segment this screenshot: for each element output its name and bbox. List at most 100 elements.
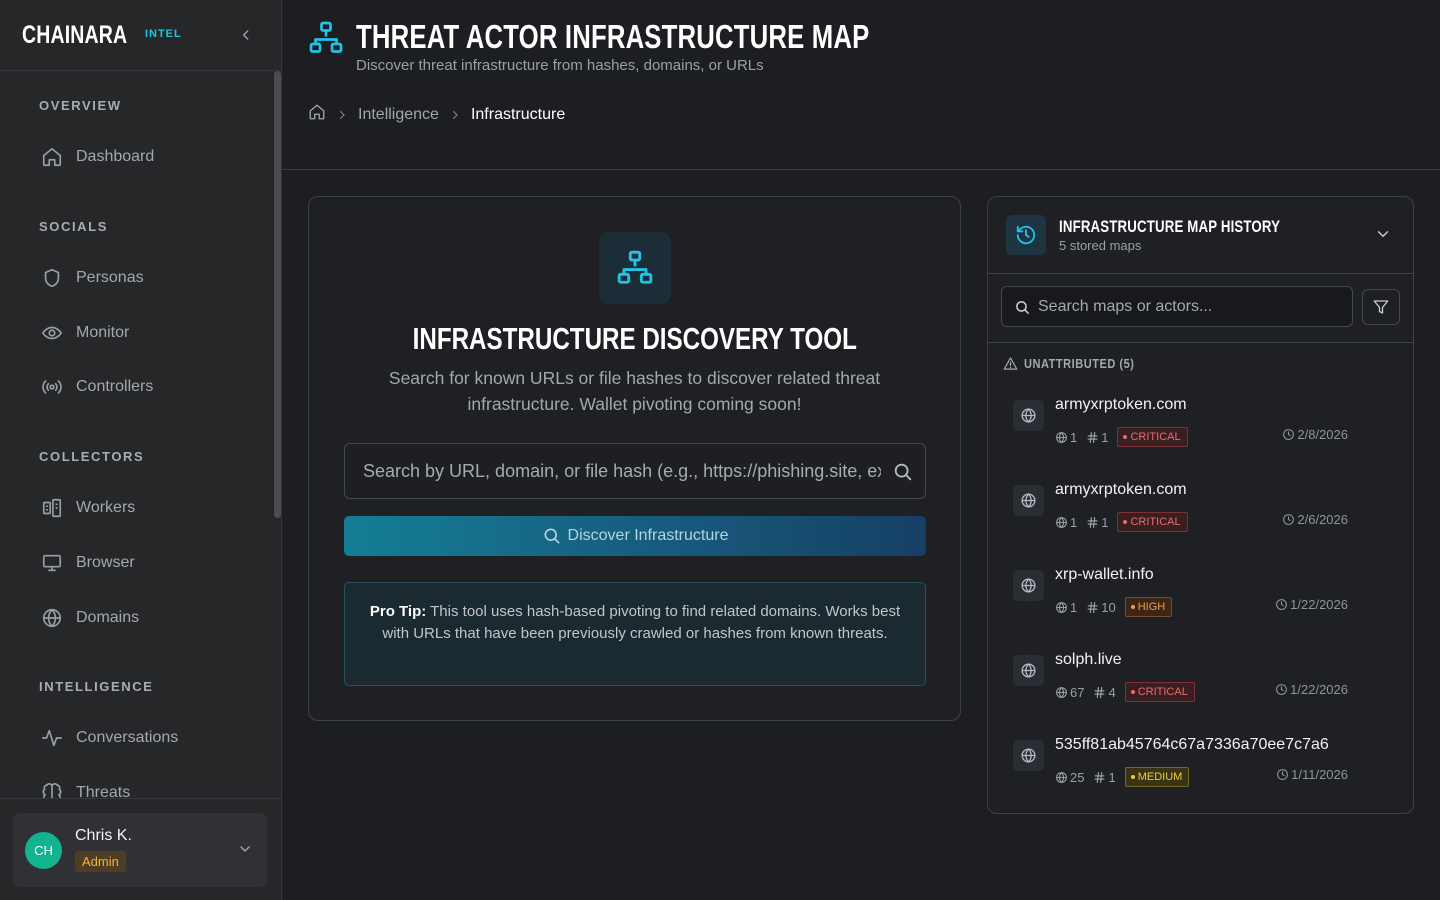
severity-dot xyxy=(1130,690,1135,694)
entry-hash-count: 4 xyxy=(1093,685,1116,700)
sidebar-item-label: Conversations xyxy=(76,729,179,746)
history-entry[interactable]: solph.live 67 4 CRITICAL 1/22/2026 xyxy=(988,651,1413,731)
history-entry[interactable]: armyxrptoken.com 1 1 CRITICAL 2/6/2026 xyxy=(988,481,1413,561)
entry-domain-count: 25 xyxy=(1055,770,1084,785)
sidebar-item-browser[interactable]: Browser xyxy=(40,551,135,575)
globe-icon xyxy=(1055,431,1070,444)
severity-label: CRITICAL xyxy=(1137,686,1188,698)
clock-icon xyxy=(1282,513,1297,526)
sidebar-item-threats[interactable]: Threats xyxy=(40,781,130,798)
entry-domain-count: 1 xyxy=(1055,515,1077,530)
entry-meta: 1 1 CRITICAL xyxy=(1055,512,1188,532)
domain-count: 1 xyxy=(1070,599,1078,615)
tool-icon-box xyxy=(599,232,671,304)
discover-infrastructure-button[interactable]: Discover Infrastructure xyxy=(344,516,926,556)
home-icon xyxy=(309,104,325,120)
map-history-header[interactable]: INFRASTRUCTURE MAP HISTORY 5 stored maps xyxy=(988,197,1413,274)
group-label-text: UNATTRIBUTED (5) xyxy=(1024,356,1135,371)
hash-icon xyxy=(1093,771,1108,784)
user-name: Chris K. xyxy=(75,827,132,844)
domain-count: 1 xyxy=(1070,514,1078,530)
sidebar-scrollbar[interactable] xyxy=(273,71,281,518)
map-history-count: 5 stored maps xyxy=(1059,238,1142,253)
discovery-search-input[interactable] xyxy=(345,444,925,498)
severity-badge: MEDIUM xyxy=(1124,767,1190,787)
severity-badge: CRITICAL xyxy=(1124,682,1195,702)
severity-dot xyxy=(1130,775,1135,779)
breadcrumb-home[interactable] xyxy=(308,103,326,126)
entry-name: armyxrptoken.com xyxy=(1055,396,1187,413)
chevron-right-icon xyxy=(449,109,461,121)
hash-count: 1 xyxy=(1101,514,1109,530)
severity-badge: CRITICAL xyxy=(1117,427,1188,447)
history-entry[interactable]: xrp-wallet.info 1 10 HIGH 1/22/2026 xyxy=(988,566,1413,646)
entry-domain-count: 67 xyxy=(1055,685,1084,700)
hash-icon xyxy=(1093,686,1108,699)
entry-hash-count: 1 xyxy=(1086,430,1108,445)
brand: CHAINARA INTEL xyxy=(0,0,281,71)
sidebar-item-label: Monitor xyxy=(76,324,130,341)
sidebar-item-personas[interactable]: Personas xyxy=(40,266,144,290)
role-badge: Admin xyxy=(75,851,126,872)
globe-icon xyxy=(1013,655,1044,686)
history-search xyxy=(1001,286,1353,327)
home-icon xyxy=(40,145,64,169)
sidebar-item-label: Workers xyxy=(76,499,136,516)
hash-count: 1 xyxy=(1108,769,1116,785)
sidebar-item-domains[interactable]: Domains xyxy=(40,606,139,630)
brain-icon xyxy=(40,781,64,798)
severity-dot xyxy=(1123,520,1128,524)
entry-meta: 1 10 HIGH xyxy=(1055,597,1173,617)
nav-section-socials: SOCIALS xyxy=(39,219,108,234)
sidebar-item-conversations[interactable]: Conversations xyxy=(40,726,178,750)
filter-button[interactable] xyxy=(1362,289,1400,325)
globe-icon xyxy=(1013,485,1044,516)
sidebar-item-workers[interactable]: Workers xyxy=(40,496,135,520)
sidebar-item-dashboard[interactable]: Dashboard xyxy=(40,145,154,169)
history-entry[interactable]: 535ff81ab45764c67a7336a70ee7c7a6 25 1 MEDIU… xyxy=(988,736,1413,813)
hash-icon xyxy=(1086,601,1101,614)
entry-meta: 67 4 CRITICAL xyxy=(1055,682,1195,702)
domain-count: 25 xyxy=(1070,769,1085,785)
scrollbar-thumb[interactable] xyxy=(274,71,281,518)
clock-icon xyxy=(1282,428,1297,441)
filter-icon xyxy=(1373,300,1389,314)
globe-icon xyxy=(1013,400,1044,431)
breadcrumb: Intelligence Infrastructure xyxy=(308,103,565,126)
map-history-title: INFRASTRUCTURE MAP HISTORY xyxy=(1059,217,1281,236)
broadcast-icon xyxy=(40,375,64,399)
collapse-sidebar-button[interactable] xyxy=(236,25,256,45)
domain-count: 67 xyxy=(1070,684,1085,700)
tool-title: INFRASTRUCTURE DISCOVERY TOOL xyxy=(309,321,960,357)
globe-icon xyxy=(1055,601,1070,614)
entry-date: 1/22/2026 xyxy=(1275,682,1348,697)
nav-section-intelligence: INTELLIGENCE xyxy=(39,679,154,694)
severity-label: MEDIUM xyxy=(1137,771,1183,783)
breadcrumb-intelligence[interactable]: Intelligence xyxy=(358,106,439,124)
entry-date: 1/11/2026 xyxy=(1276,767,1348,782)
group-label-unattributed: UNATTRIBUTED (5) xyxy=(1003,356,1154,371)
globe-icon xyxy=(1013,570,1044,601)
divider xyxy=(988,342,1413,343)
clock-icon xyxy=(1276,768,1291,781)
hash-count: 1 xyxy=(1101,429,1109,445)
eye-icon xyxy=(40,321,64,345)
entry-hash-count: 1 xyxy=(1093,769,1116,785)
domain-count: 1 xyxy=(1070,429,1078,445)
history-search-input[interactable] xyxy=(1002,287,1352,326)
chevron-down-icon xyxy=(237,841,253,862)
entry-date-text: 2/8/2026 xyxy=(1297,427,1348,442)
entry-meta: 25 1 MEDIUM xyxy=(1055,767,1190,787)
nav-section-collectors: COLLECTORS xyxy=(39,449,145,464)
sidebar-item-label: Domains xyxy=(76,609,140,626)
chevron-left-icon xyxy=(243,30,249,40)
chevron-down-icon xyxy=(1374,225,1392,248)
sidebar-item-monitor[interactable]: Monitor xyxy=(40,321,129,345)
history-entry[interactable]: armyxrptoken.com 1 1 CRITICAL 2/8/2026 xyxy=(988,396,1413,476)
hash-count: 10 xyxy=(1101,599,1116,615)
entry-date-text: 1/22/2026 xyxy=(1290,597,1348,612)
brand-name: CHAINARA xyxy=(22,20,128,49)
user-menu[interactable]: CH Chris K. Admin xyxy=(13,813,267,887)
sidebar-item-controllers[interactable]: Controllers xyxy=(40,375,153,399)
severity-badge: HIGH xyxy=(1124,597,1173,617)
